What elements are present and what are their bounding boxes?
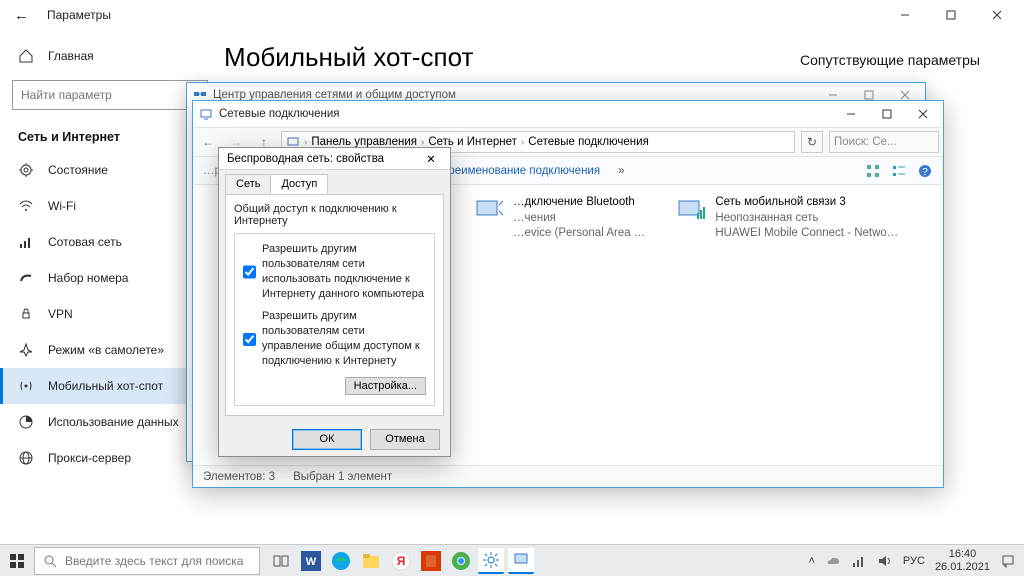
view-details-icon[interactable] (891, 163, 907, 179)
airplane-icon (18, 342, 34, 358)
status-icon (18, 162, 34, 178)
taskbar-apps: W Я (260, 548, 542, 574)
checkbox-allow-control[interactable]: Разрешить другим пользователям сети упра… (243, 309, 426, 368)
tray-onedrive-icon[interactable] (825, 553, 841, 569)
system-tray: ˄ РУС 16:40 26.01.2021 (800, 548, 1024, 572)
nc-titlebar: Сетевые подключения (193, 101, 943, 127)
start-button[interactable] (0, 545, 34, 577)
svg-text:?: ? (922, 167, 928, 178)
sidebar-home[interactable]: Главная (0, 38, 220, 74)
group-title: Общий доступ к подключению к Интернету (234, 203, 435, 227)
vpn-icon (18, 306, 34, 322)
checkbox-allow-share[interactable]: Разрешить другим пользователям сети испо… (243, 242, 426, 301)
sidebar-home-label: Главная (48, 49, 94, 63)
svg-text:W: W (306, 556, 317, 568)
view-icons-icon[interactable] (865, 163, 881, 179)
tray-volume-icon[interactable] (877, 553, 893, 569)
back-icon[interactable]: ← (14, 7, 29, 24)
help-icon[interactable]: ? (917, 163, 933, 179)
dialup-icon (18, 270, 34, 286)
nc-maximize[interactable] (869, 103, 905, 125)
app-settings-icon[interactable] (478, 548, 504, 574)
app-yandex-icon[interactable]: Я (388, 548, 414, 574)
app-control-panel-icon[interactable] (508, 548, 534, 574)
tray-notifications-icon[interactable] (1000, 553, 1016, 569)
tool-rename[interactable]: Переименование подключения (434, 165, 600, 177)
app-office-icon[interactable] (418, 548, 444, 574)
app-explorer-icon[interactable] (358, 548, 384, 574)
settings-title: Параметры (47, 8, 111, 22)
nc-statusbar: Элементов: 3 Выбран 1 элемент (193, 465, 943, 487)
prop-titlebar: Беспроводная сеть: свойства ✕ (219, 148, 450, 170)
app-word-icon[interactable]: W (298, 548, 324, 574)
search-icon (43, 554, 57, 568)
status-selection: Выбран 1 элемент (293, 471, 392, 483)
properties-dialog[interactable]: Беспроводная сеть: свойства ✕ Сеть Досту… (218, 147, 451, 457)
taskbar: Введите здесь текст для поиска W Я ˄ РУС… (0, 544, 1024, 576)
tray-lang[interactable]: РУС (903, 555, 925, 567)
sidebar-search[interactable] (12, 80, 208, 110)
prop-title: Беспроводная сеть: свойства (227, 153, 384, 165)
connection-item[interactable]: Сеть мобильной связи 3 Неопознанная сеть… (675, 195, 898, 461)
prop-close[interactable]: ✕ (416, 152, 446, 166)
datausage-icon (18, 414, 34, 430)
taskbar-search[interactable]: Введите здесь текст для поиска (34, 547, 260, 575)
minimize-button[interactable] (882, 0, 928, 30)
status-count: Элементов: 3 (203, 471, 275, 483)
settings-titlebar: ← Параметры (0, 0, 1024, 30)
hotspot-icon (18, 378, 34, 394)
search-input[interactable] (12, 80, 208, 110)
svg-text:Я: Я (397, 554, 406, 568)
home-icon (18, 48, 34, 64)
connection-item[interactable]: …дключение Bluetooth …чения …evice (Pers… (473, 195, 645, 461)
bluetooth-icon (473, 195, 505, 227)
nc-close[interactable] (905, 103, 941, 125)
prop-tabs: Сеть Доступ (219, 170, 450, 194)
prop-page: Общий доступ к подключению к Интернету Р… (225, 194, 444, 416)
nc-title: Сетевые подключения (219, 108, 340, 120)
tray-network-icon[interactable] (851, 553, 867, 569)
nav-back[interactable]: ← (197, 131, 219, 153)
nc-search[interactable]: Поиск: Се... (829, 131, 939, 153)
ok-button[interactable]: ОК (292, 429, 362, 450)
group-box: Разрешить другим пользователям сети испо… (234, 233, 435, 406)
tray-clock[interactable]: 16:40 26.01.2021 (935, 548, 990, 572)
nc-minimize[interactable] (833, 103, 869, 125)
tab-sharing[interactable]: Доступ (270, 174, 328, 194)
app-edge-icon[interactable] (328, 548, 354, 574)
nc-icon (199, 107, 213, 121)
related-title: Сопутствующие параметры (800, 52, 1000, 68)
cancel-button[interactable]: Отмена (370, 429, 440, 450)
app-chrome-icon[interactable] (448, 548, 474, 574)
tool-overflow[interactable]: » (618, 165, 624, 177)
tray-chevron-icon[interactable]: ˄ (808, 555, 814, 567)
tab-network[interactable]: Сеть (225, 174, 271, 194)
proxy-icon (18, 450, 34, 466)
prop-actions: ОК Отмена (219, 422, 450, 456)
task-view-icon[interactable] (268, 548, 294, 574)
cellular-icon (18, 234, 34, 250)
wifi-icon (18, 198, 34, 214)
maximize-button[interactable] (928, 0, 974, 30)
close-button[interactable] (974, 0, 1020, 30)
cellular-conn-icon (675, 195, 707, 227)
nav-refresh[interactable]: ↻ (801, 131, 823, 153)
settings-button[interactable]: Настройка... (345, 377, 426, 395)
